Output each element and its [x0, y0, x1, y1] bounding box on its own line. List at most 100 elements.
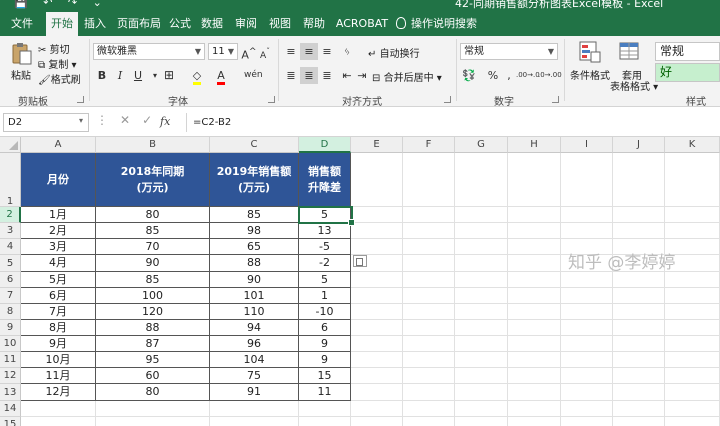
grid-cell[interactable]: [665, 352, 720, 368]
grid-cell[interactable]: [351, 153, 403, 207]
shrink-font-button[interactable]: Aˇ: [256, 43, 274, 61]
grid-cell[interactable]: [508, 207, 561, 223]
grid-cell[interactable]: [351, 272, 403, 288]
grid-cell[interactable]: [613, 384, 665, 401]
row-header[interactable]: 6: [0, 272, 21, 288]
name-box[interactable]: D2: [3, 113, 89, 132]
sales-2019-cell[interactable]: 104: [210, 352, 299, 368]
row-header[interactable]: 13: [0, 384, 21, 401]
grid-cell[interactable]: [403, 336, 455, 352]
grid-cell[interactable]: [613, 320, 665, 336]
diff-cell[interactable]: 13: [299, 223, 351, 239]
month-cell[interactable]: 12月: [21, 384, 96, 401]
tab-review[interactable]: 审阅: [232, 12, 260, 36]
column-header[interactable]: H: [508, 137, 561, 153]
number-launcher[interactable]: [552, 96, 559, 103]
column-header[interactable]: D: [299, 137, 351, 153]
tab-view[interactable]: 视图: [266, 12, 294, 36]
grid-cell[interactable]: [403, 401, 455, 417]
clipboard-launcher[interactable]: [77, 96, 84, 103]
conditional-format-button[interactable]: 条件格式: [570, 67, 610, 82]
format-painter-button[interactable]: 🖌格式刷: [38, 71, 81, 86]
row-header[interactable]: 11: [0, 352, 21, 368]
sales-2019-cell[interactable]: 85: [210, 207, 299, 223]
grid-cell[interactable]: [665, 336, 720, 352]
column-header[interactable]: A: [21, 137, 96, 153]
increase-indent-icon[interactable]: ⇥: [353, 67, 371, 84]
diff-cell[interactable]: 15: [299, 368, 351, 384]
grid-cell[interactable]: [665, 401, 720, 417]
tab-formulas[interactable]: 公式: [166, 12, 194, 36]
grid-cell[interactable]: [613, 288, 665, 304]
month-cell[interactable]: 6月: [21, 288, 96, 304]
grid-cell[interactable]: [665, 384, 720, 401]
bold-button[interactable]: B: [93, 67, 111, 84]
sales-2018-cell[interactable]: 100: [96, 288, 210, 304]
font-launcher[interactable]: [268, 96, 275, 103]
grid-cell[interactable]: [299, 401, 351, 417]
month-cell[interactable]: 11月: [21, 368, 96, 384]
month-cell[interactable]: 4月: [21, 255, 96, 272]
grid-cell[interactable]: [403, 153, 455, 207]
tab-insert[interactable]: 插入: [80, 12, 110, 36]
column-header[interactable]: K: [665, 137, 720, 153]
month-cell[interactable]: 9月: [21, 336, 96, 352]
grid-cell[interactable]: [455, 223, 508, 239]
grid-cell[interactable]: [508, 239, 561, 255]
grid-cell[interactable]: [561, 223, 613, 239]
diff-cell[interactable]: 11: [299, 384, 351, 401]
grid-cell[interactable]: [455, 153, 508, 207]
grid-cell[interactable]: [508, 320, 561, 336]
paste-options-icon[interactable]: [353, 255, 367, 267]
header-cell-2018[interactable]: 2018年同期 (万元): [96, 153, 210, 207]
grid-cell[interactable]: [351, 223, 403, 239]
row-header[interactable]: 7: [0, 288, 21, 304]
quick-access-toolbar[interactable]: 💾 ↶ ↷ ⌄: [14, 0, 108, 9]
chevron-down-icon[interactable]: ▾: [79, 116, 83, 125]
borders-icon[interactable]: ⊞: [160, 67, 178, 84]
grid-cell[interactable]: [455, 288, 508, 304]
column-header[interactable]: B: [96, 137, 210, 153]
sales-2019-cell[interactable]: 96: [210, 336, 299, 352]
column-header[interactable]: E: [351, 137, 403, 153]
currency-icon[interactable]: 💱: [460, 67, 478, 84]
month-cell[interactable]: 10月: [21, 352, 96, 368]
row-header[interactable]: 10: [0, 336, 21, 352]
grid-cell[interactable]: [613, 368, 665, 384]
grid-cell[interactable]: [455, 352, 508, 368]
grid-cell[interactable]: [561, 417, 613, 426]
month-cell[interactable]: 8月: [21, 320, 96, 336]
month-cell[interactable]: 7月: [21, 304, 96, 320]
grid-cell[interactable]: [351, 336, 403, 352]
grid-cell[interactable]: [561, 288, 613, 304]
grid-cell[interactable]: [508, 336, 561, 352]
sales-2018-cell[interactable]: 80: [96, 384, 210, 401]
grid-cell[interactable]: [351, 239, 403, 255]
diff-cell[interactable]: 9: [299, 352, 351, 368]
tab-data[interactable]: 数据: [198, 12, 226, 36]
grid-cell[interactable]: [508, 417, 561, 426]
grid-cell[interactable]: [351, 352, 403, 368]
grid-cell[interactable]: [455, 368, 508, 384]
tab-file[interactable]: 文件: [4, 12, 40, 36]
month-cell[interactable]: 1月: [21, 207, 96, 223]
grid-cell[interactable]: [613, 223, 665, 239]
diff-cell[interactable]: 9: [299, 336, 351, 352]
grid-cell[interactable]: [613, 153, 665, 207]
grid-cell[interactable]: [403, 239, 455, 255]
column-header[interactable]: F: [403, 137, 455, 153]
align-center-icon[interactable]: ≣: [300, 67, 318, 84]
diff-cell[interactable]: -2: [299, 255, 351, 272]
grid-cell[interactable]: [351, 288, 403, 304]
wrap-text-button[interactable]: ↵ 自动换行: [368, 45, 420, 60]
sales-2018-cell[interactable]: 90: [96, 255, 210, 272]
sales-2018-cell[interactable]: 95: [96, 352, 210, 368]
sales-2018-cell[interactable]: 85: [96, 223, 210, 239]
grid-cell[interactable]: [455, 304, 508, 320]
sales-2019-cell[interactable]: 94: [210, 320, 299, 336]
grid-cell[interactable]: [613, 401, 665, 417]
grid-cell[interactable]: [508, 304, 561, 320]
grid-cell[interactable]: [665, 417, 720, 426]
sales-2019-cell[interactable]: 90: [210, 272, 299, 288]
column-header[interactable]: I: [561, 137, 613, 153]
